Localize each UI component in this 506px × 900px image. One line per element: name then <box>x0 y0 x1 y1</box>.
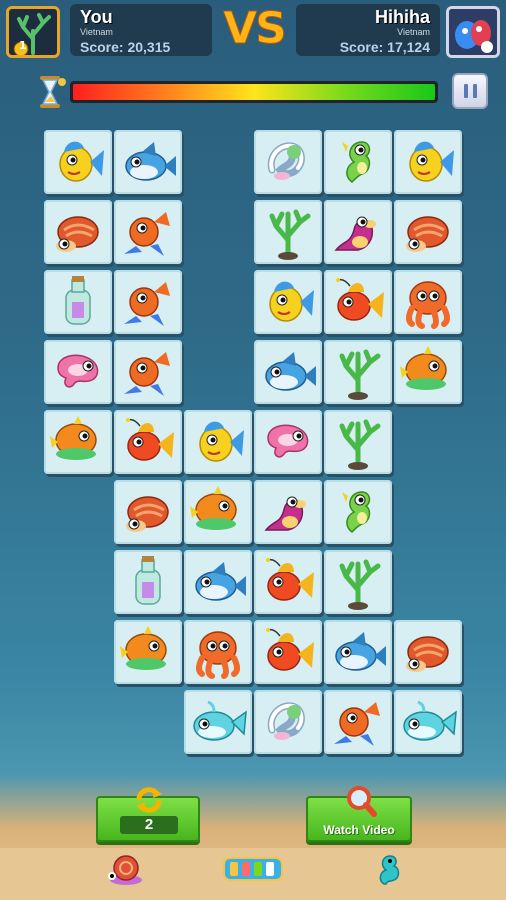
tile-red-fish[interactable] <box>114 340 182 404</box>
tile-hermit-crab[interactable] <box>114 480 182 544</box>
tile-orange-fish[interactable] <box>114 620 182 684</box>
green-seahorse-icon <box>342 141 371 183</box>
tile-hermit-crab[interactable] <box>394 620 462 684</box>
game-logo-icon <box>223 857 283 881</box>
hermit-crab-icon <box>406 216 449 252</box>
hermit-crab-icon <box>56 216 99 252</box>
blue-fish-icon <box>265 352 316 391</box>
tile-yellow-fish[interactable] <box>44 130 112 194</box>
red-fish-icon <box>124 282 170 326</box>
tile-green-seahorse[interactable] <box>324 480 392 544</box>
shuffle-button[interactable]: 2 <box>96 787 200 842</box>
goldfish-icon <box>266 628 314 671</box>
tile-green-coral[interactable] <box>324 550 392 614</box>
tile-bottle[interactable] <box>44 270 112 334</box>
tile-green-coral[interactable] <box>324 340 392 404</box>
blue-fish-icon <box>125 142 176 181</box>
goldfish-icon <box>266 558 314 601</box>
tile-goldfish[interactable] <box>254 550 322 614</box>
tile-hermit-crab[interactable] <box>44 200 112 264</box>
nav-home[interactable] <box>220 850 286 888</box>
tile-bottle[interactable] <box>114 550 182 614</box>
bottle-icon <box>135 556 161 605</box>
white-seahorse-icon <box>267 702 305 740</box>
pink-seal-icon <box>334 216 376 251</box>
magnifier-icon <box>347 786 377 817</box>
pink-squid-icon <box>57 354 99 388</box>
tile-yellow-fish[interactable] <box>394 130 462 194</box>
tile-goldfish[interactable] <box>254 620 322 684</box>
tile-green-coral[interactable] <box>254 200 322 264</box>
shuffle-count: 2 <box>120 816 178 834</box>
tile-hermit-crab[interactable] <box>394 200 462 264</box>
watch-video-label: Watch Video <box>323 823 395 837</box>
whale-icon <box>193 700 247 741</box>
whale-icon <box>403 700 457 741</box>
orange-fish-icon <box>400 346 447 390</box>
blue-fish-icon <box>335 632 386 671</box>
octopus-icon <box>406 281 450 329</box>
tile-green-coral[interactable] <box>324 410 392 474</box>
hermit-crab-icon <box>126 496 169 532</box>
tile-pink-squid[interactable] <box>254 410 322 474</box>
pink-seal-icon <box>264 496 306 531</box>
nav-seahorse[interactable] <box>366 850 412 888</box>
tile-white-seahorse[interactable] <box>254 690 322 754</box>
yellow-fish-icon <box>409 141 454 182</box>
green-coral-icon <box>339 419 381 470</box>
bottle-icon <box>65 276 91 325</box>
tile-octopus[interactable] <box>184 620 252 684</box>
tile-red-fish[interactable] <box>114 270 182 334</box>
goldfish-icon <box>336 278 384 321</box>
watch-video-button[interactable]: Watch Video <box>306 786 412 842</box>
yellow-fish-icon <box>269 281 314 322</box>
green-coral-icon <box>339 349 381 400</box>
tile-board <box>0 0 506 900</box>
orange-fish-icon <box>190 486 237 530</box>
tile-red-fish[interactable] <box>324 690 392 754</box>
green-seahorse-icon <box>342 491 371 533</box>
blue-fish-icon <box>195 562 246 601</box>
tile-goldfish[interactable] <box>324 270 392 334</box>
red-fish-icon <box>124 352 170 396</box>
seahorse-icon <box>379 855 400 885</box>
goldfish-icon <box>126 418 174 461</box>
nav-snail[interactable] <box>102 850 148 888</box>
yellow-fish-icon <box>199 421 244 462</box>
green-coral-icon <box>339 559 381 610</box>
green-coral-icon <box>269 209 311 260</box>
white-seahorse-icon <box>267 142 305 180</box>
tile-pink-squid[interactable] <box>44 340 112 404</box>
tile-goldfish[interactable] <box>114 410 182 474</box>
tile-blue-fish[interactable] <box>184 550 252 614</box>
tile-white-seahorse[interactable] <box>254 130 322 194</box>
red-fish-icon <box>124 212 170 256</box>
tile-blue-fish[interactable] <box>324 620 392 684</box>
tile-yellow-fish[interactable] <box>254 270 322 334</box>
tile-orange-fish[interactable] <box>184 480 252 544</box>
orange-fish-icon <box>120 626 167 670</box>
tile-blue-fish[interactable] <box>114 130 182 194</box>
tile-orange-fish[interactable] <box>44 410 112 474</box>
red-fish-icon <box>334 702 380 746</box>
pink-squid-icon <box>267 424 309 458</box>
tile-whale[interactable] <box>394 690 462 754</box>
tile-yellow-fish[interactable] <box>184 410 252 474</box>
tile-pink-seal[interactable] <box>254 480 322 544</box>
tile-octopus[interactable] <box>394 270 462 334</box>
orange-fish-icon <box>50 416 97 460</box>
tile-orange-fish[interactable] <box>394 340 462 404</box>
hermit-crab-icon <box>406 636 449 672</box>
tile-pink-seal[interactable] <box>324 200 392 264</box>
tile-blue-fish[interactable] <box>254 340 322 404</box>
shuffle-icon <box>136 787 162 813</box>
tile-green-seahorse[interactable] <box>324 130 392 194</box>
yellow-fish-icon <box>59 141 104 182</box>
octopus-icon <box>196 631 240 679</box>
tile-whale[interactable] <box>184 690 252 754</box>
snail-icon <box>108 855 142 885</box>
tile-red-fish[interactable] <box>114 200 182 264</box>
